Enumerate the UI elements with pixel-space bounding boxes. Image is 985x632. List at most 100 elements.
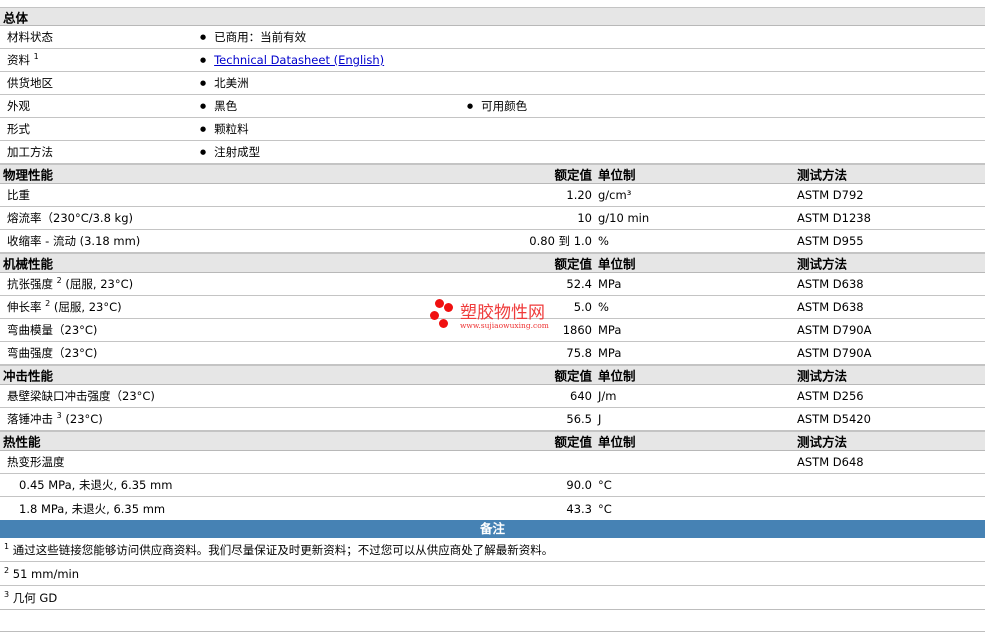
col-unit: 单位制 — [598, 256, 636, 272]
table-row: 收缩率 - 流动 (3.18 mm) 0.80 到 1.0% ASTM D955 — [0, 230, 985, 253]
row-test: ASTM D638 — [797, 277, 864, 291]
table-row: 加工方法 注射成型 — [0, 141, 985, 164]
label-text: 落锤冲击 — [7, 412, 53, 426]
col-value: 额定值 — [554, 434, 592, 450]
row-label: 熔流率（230°C/3.8 kg) — [7, 211, 133, 225]
row-unit: g/cm³ — [598, 188, 632, 202]
row-value: 黑色 — [200, 98, 237, 114]
section-title: 冲击性能 — [3, 368, 54, 384]
table-row: 形式 颗粒料 — [0, 118, 985, 141]
row-test: ASTM D648 — [797, 455, 864, 469]
section-title: 总体 — [3, 10, 29, 25]
note-item: 2 51 mm/min — [0, 562, 985, 586]
row-value: 75.8 — [566, 346, 592, 360]
row-value: 56.5 — [566, 412, 592, 426]
watermark-name: 塑胶物性网 — [460, 303, 545, 323]
note-text: 1 通过这些链接您能够访问供应商资料。我们尽量保证及时更新资料；不过您可以从供应… — [4, 542, 553, 558]
watermark-url: www.sujiaowuxing.com — [460, 321, 549, 330]
row-unit: J/m — [598, 389, 617, 403]
row-label: 资料 1 — [7, 52, 39, 68]
row-value: Technical Datasheet (English) — [200, 53, 384, 67]
row-label: 形式 — [7, 122, 30, 136]
note-text: 2 51 mm/min — [4, 565, 79, 580]
table-row: 落锤冲击 3 (23°C) 56.5 J ASTM D5420 — [0, 408, 985, 431]
row-value: 43.3 — [566, 501, 592, 516]
col-value: 额定值 — [554, 368, 592, 384]
col-value: 额定值 — [554, 256, 592, 272]
row-value: 颗粒料 — [200, 121, 249, 137]
table-row: 抗张强度 2 (屈服, 23°C) 52.4 MPa ASTM D638 — [0, 273, 985, 296]
row-value: 注射成型 — [200, 144, 260, 160]
row-unit: MPa — [598, 277, 622, 291]
row-value: 0.80 到 1.0 — [529, 234, 592, 248]
label-text: 抗张强度 — [7, 277, 53, 291]
table-row: 比重 1.20 g/cm³ ASTM D792 — [0, 184, 985, 207]
row-value-2: 可用颜色 — [467, 98, 527, 114]
col-unit: 单位制 — [598, 167, 636, 183]
row-label: 材料状态 — [7, 30, 53, 44]
row-label: 收缩率 - 流动 (3.18 mm) — [7, 234, 141, 248]
row-value: 640 — [570, 389, 592, 403]
table-row: 外观 黑色 可用颜色 — [0, 95, 985, 118]
col-unit: 单位制 — [598, 434, 636, 450]
section-title: 物理性能 — [3, 167, 54, 183]
row-unit: MPa — [598, 323, 622, 337]
section-title: 热性能 — [3, 434, 41, 450]
row-value: 1860 — [562, 323, 592, 337]
footnote-num: 2 — [4, 565, 10, 575]
row-value: 5.0 — [573, 300, 592, 314]
table-footer — [0, 610, 985, 632]
note-item: 1 通过这些链接您能够访问供应商资料。我们尽量保证及时更新资料；不过您可以从供应… — [0, 538, 985, 562]
section-header-physical: 物理性能 额定值 单位制 测试方法 — [0, 164, 985, 184]
row-value: 52.4 — [566, 277, 592, 291]
section-header-impact: 冲击性能 额定值 单位制 测试方法 — [0, 365, 985, 385]
label-cond: (屈服, 23°C) — [53, 300, 122, 314]
label-text: 伸长率 — [7, 300, 42, 314]
row-label: 1.8 MPa, 未退火, 6.35 mm — [19, 501, 166, 516]
col-unit: 单位制 — [598, 368, 636, 384]
section-header-thermal: 热性能 额定值 单位制 测试方法 — [0, 431, 985, 451]
table-row: 资料 1 Technical Datasheet (English) — [0, 49, 985, 72]
table-row: 熔流率（230°C/3.8 kg) 10 g/10 min ASTM D1238 — [0, 207, 985, 230]
section-title: 机械性能 — [3, 256, 54, 272]
row-unit: g/10 min — [598, 211, 650, 225]
row-unit: °C — [598, 501, 612, 516]
row-value: 已商用：当前有效 — [200, 29, 306, 45]
row-label: 伸长率 2 (屈服, 23°C) — [7, 299, 122, 315]
col-test: 测试方法 — [797, 368, 848, 384]
row-unit: MPa — [598, 346, 622, 360]
row-unit: °C — [598, 478, 612, 492]
technical-datasheet-link[interactable]: Technical Datasheet (English) — [214, 53, 384, 67]
row-value: 10 — [577, 211, 592, 225]
footnote-num: 1 — [4, 541, 10, 551]
col-test: 测试方法 — [797, 434, 848, 450]
row-label: 悬壁梁缺口冲击强度（23°C) — [7, 389, 155, 403]
table-row: 悬壁梁缺口冲击强度（23°C) 640 J/m ASTM D256 — [0, 385, 985, 408]
col-test: 测试方法 — [797, 256, 848, 272]
table-row: 弯曲强度（23°C) 75.8 MPa ASTM D790A — [0, 342, 985, 365]
row-value: 90.0 — [566, 478, 592, 492]
row-test: ASTM D790A — [797, 346, 872, 360]
row-test: ASTM D5420 — [797, 412, 871, 426]
footnote-ref: 3 — [56, 411, 62, 421]
row-test: ASTM D638 — [797, 300, 864, 314]
section-header-general: 总体 — [0, 7, 985, 26]
table-row: 热变形温度 ASTM D648 — [0, 451, 985, 474]
row-value: 北美洲 — [200, 75, 249, 91]
table-row: 供货地区 北美洲 — [0, 72, 985, 95]
note-item: 3 几何 GD — [0, 586, 985, 610]
table-row: 0.45 MPa, 未退火, 6.35 mm 90.0 °C — [0, 474, 985, 497]
footnote-num: 3 — [4, 589, 10, 599]
watermark-logo: 塑胶物性网 www.sujiaowuxing.com — [430, 298, 560, 338]
note-text: 3 几何 GD — [4, 590, 57, 606]
note-body: 几何 GD — [12, 590, 58, 605]
row-test: ASTM D790A — [797, 323, 872, 337]
table-row: 材料状态 已商用：当前有效 — [0, 26, 985, 49]
row-test: ASTM D256 — [797, 389, 864, 403]
label-cond: (屈服, 23°C) — [65, 277, 134, 291]
row-label: 抗张强度 2 (屈服, 23°C) — [7, 276, 133, 292]
row-test: ASTM D1238 — [797, 211, 871, 225]
row-unit: % — [598, 234, 609, 248]
notes-header: 备注 — [0, 520, 985, 538]
col-value: 额定值 — [554, 167, 592, 183]
